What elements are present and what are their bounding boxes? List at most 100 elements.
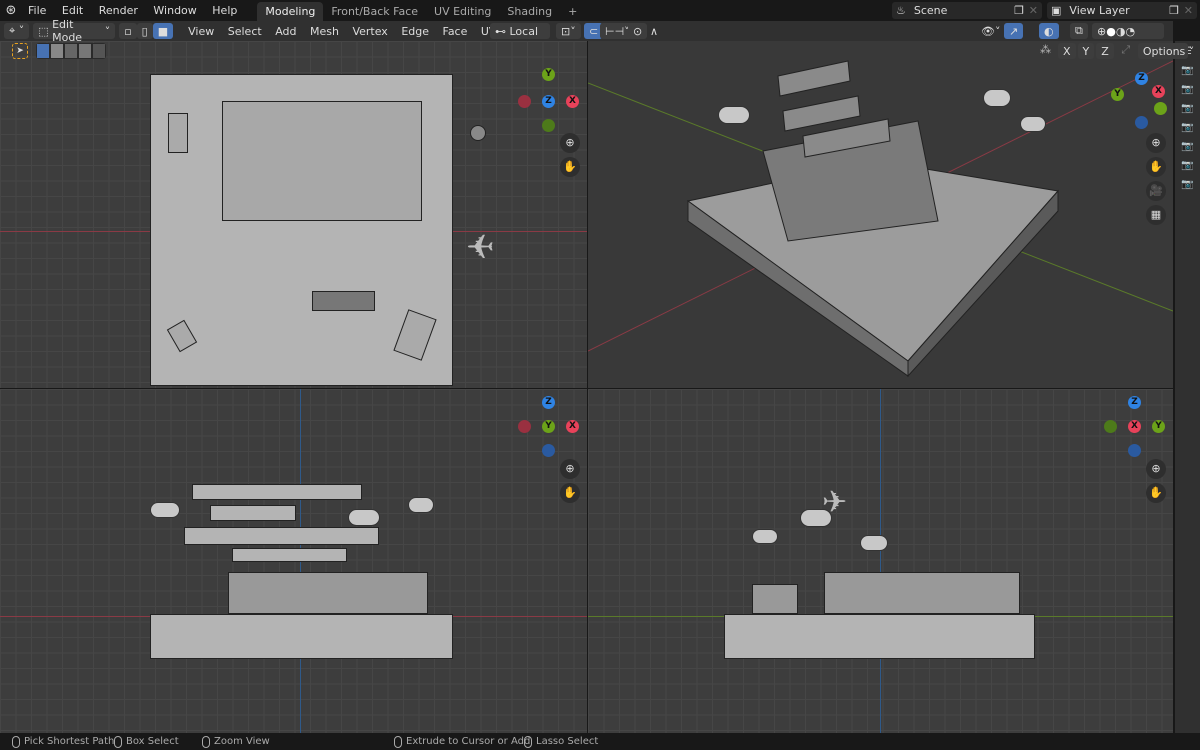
mode-selector[interactable]: ⬚ Edit Mode ˅ [33,18,116,44]
tab-front-back-face[interactable]: Front/Back Face [323,2,426,21]
menu-window[interactable]: Window [147,4,202,17]
wireframe-icon[interactable]: ⊕ [1097,25,1106,38]
gizmo-z[interactable]: Z [1135,72,1148,85]
scene-name[interactable]: Scene [914,4,948,17]
select-tool-icon[interactable]: ➤ [12,43,28,59]
camera-icon[interactable]: 📷 [1181,179,1195,193]
gizmo-y[interactable]: Y [542,420,555,433]
options-dropdown[interactable]: Options ˅ [1137,43,1194,59]
gizmo-x[interactable]: X [1152,85,1165,98]
camera-icon[interactable]: 📷 [1181,103,1195,117]
editor-type-button[interactable]: ⌖ ˅ [4,23,30,39]
zoom-icon[interactable]: ⊕ [1146,133,1166,153]
pan-hand-icon[interactable]: ✋ [1146,157,1166,177]
scene-selector[interactable]: ♨ Scene ❐ ✕ [892,2,1042,19]
material-icon[interactable]: ◑ [1116,25,1126,38]
copy-icon[interactable]: ❐ [1169,4,1179,17]
viewport-side[interactable]: ✈ Z X Y ⊕ ✋ [588,389,1173,733]
menu-view[interactable]: View [183,25,219,38]
gizmo-x[interactable]: X [566,95,579,108]
gizmo-x[interactable]: X [1128,420,1141,433]
gizmo-x[interactable]: X [566,420,579,433]
camera-icon[interactable]: 📷 [1181,84,1195,98]
view-layer-selector[interactable]: ▣ View Layer ❐ ✕ [1047,2,1197,19]
zoom-icon[interactable]: ⊕ [560,459,580,479]
gizmo-neg-z[interactable] [1135,116,1148,129]
cloud [800,509,832,527]
gizmo-z[interactable]: Z [542,95,555,108]
menu-select[interactable]: Select [223,25,267,38]
visibility-button[interactable]: 👁˅ [976,23,1005,39]
gizmo-neg-x[interactable] [518,95,531,108]
camera-icon[interactable]: 🎥 [1146,181,1166,201]
gizmo-y[interactable]: Y [1111,88,1124,101]
add-workspace-button[interactable]: + [560,2,585,21]
pivot-point-button[interactable]: ⊡˅ [556,23,581,39]
view-layer-name[interactable]: View Layer [1069,4,1129,17]
solid-icon[interactable]: ● [1106,25,1116,38]
gizmo-y[interactable]: Y [1152,420,1165,433]
camera-icon[interactable]: 📷 [1181,65,1195,79]
xray-toggle[interactable]: ⧉ [1070,23,1088,39]
close-icon[interactable]: ✕ [1184,4,1193,17]
menu-add[interactable]: Add [270,25,301,38]
menu-face[interactable]: Face [438,25,473,38]
navigation-gizmo[interactable]: Z X Y [1108,68,1173,138]
navigation-gizmo[interactable]: Z Y X [515,394,585,464]
select-invert-icon[interactable] [79,44,91,58]
close-icon[interactable]: ✕ [1029,4,1038,17]
gizmo-neg-z[interactable] [1128,444,1141,457]
select-subtract-icon[interactable] [65,44,77,58]
tab-shading[interactable]: Shading [499,2,560,21]
viewport-perspective[interactable]: Z X Y ⊕ ✋ 🎥 ▦ [588,41,1173,388]
camera-icon[interactable]: 📷 [1181,141,1195,155]
gizmo-neg-y[interactable] [1154,102,1167,115]
zoom-icon[interactable]: ⊕ [560,133,580,153]
mirror-z-toggle[interactable]: Z [1096,43,1114,59]
gizmo-neg-x[interactable] [518,420,531,433]
select-new-icon[interactable] [37,44,49,58]
shading-modes[interactable]: ⊕ ● ◑ ◔ [1092,23,1164,39]
camera-icon[interactable]: 📷 [1181,122,1195,136]
gizmo-neg-z[interactable] [542,444,555,457]
menu-edit[interactable]: Edit [56,4,89,17]
transform-orientation-selector[interactable]: ⊷ Local [490,23,550,39]
menu-mesh[interactable]: Mesh [305,25,344,38]
auto-merge-icon[interactable]: ⤢ [1116,43,1136,59]
vertex-select-button[interactable]: ▫ [119,23,137,39]
gizmo-z[interactable]: Z [1128,396,1141,409]
menu-vertex[interactable]: Vertex [347,25,392,38]
edge-select-button[interactable]: ▯ [136,23,153,39]
mirror-x-toggle[interactable]: X [1058,43,1076,59]
mirror-y-toggle[interactable]: Y [1077,43,1095,59]
menu-file[interactable]: File [22,4,52,17]
select-extend-icon[interactable] [51,44,63,58]
navigation-gizmo[interactable]: Z X Y [1101,394,1171,464]
menu-edge[interactable]: Edge [396,25,434,38]
gizmo-neg-y[interactable] [542,119,555,132]
perspective-grid-icon[interactable]: ▦ [1146,205,1166,225]
menu-help[interactable]: Help [206,4,243,17]
copy-icon[interactable]: ❐ [1014,4,1024,17]
select-intersect-icon[interactable] [93,44,105,58]
tab-modeling[interactable]: Modeling [257,2,324,21]
overlay-toggle[interactable]: ◐ [1039,23,1059,39]
rendered-icon[interactable]: ◔ [1125,25,1135,38]
blender-logo-icon[interactable]: ⊛ [0,3,22,18]
tab-uv-editing[interactable]: UV Editing [426,2,499,21]
gizmo-y[interactable]: Y [542,68,555,81]
zoom-icon[interactable]: ⊕ [1146,459,1166,479]
gizmo-z[interactable]: Z [542,396,555,409]
viewport-front[interactable]: Z Y X ⊕ ✋ [0,389,587,733]
pan-hand-icon[interactable]: ✋ [1146,483,1166,503]
pan-hand-icon[interactable]: ✋ [560,157,580,177]
navigation-gizmo[interactable]: Y Z X [515,68,585,138]
viewport-top[interactable]: ✈ Y Z X ⊕ ✋ [0,41,587,388]
gizmo-toggle[interactable]: ↗ [1004,23,1024,39]
falloff-icon[interactable]: ∧ [645,23,663,39]
pan-hand-icon[interactable]: ✋ [560,483,580,503]
camera-icon[interactable]: 📷 [1181,160,1195,174]
face-select-button[interactable]: ■ [152,23,174,39]
gizmo-neg-y[interactable] [1104,420,1117,433]
menu-render[interactable]: Render [93,4,144,17]
